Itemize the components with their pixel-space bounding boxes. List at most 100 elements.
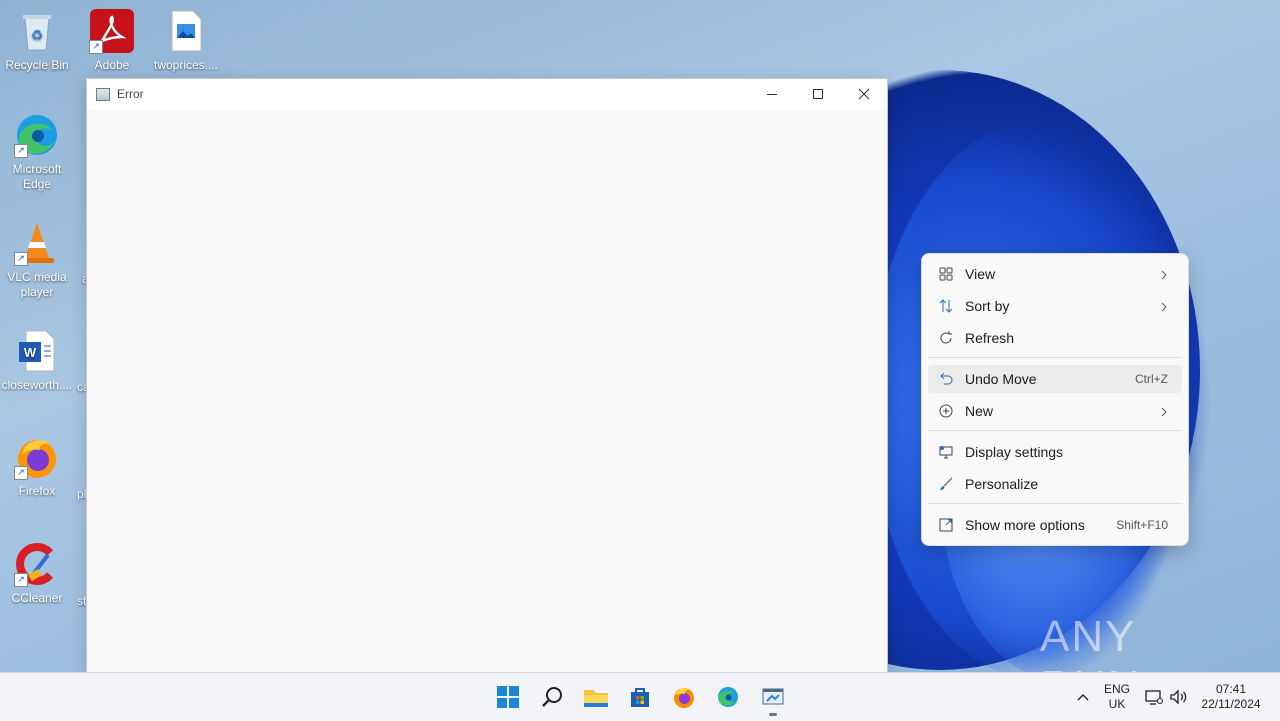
shortcut-arrow-icon: ↗	[89, 40, 103, 54]
close-icon	[858, 88, 870, 100]
svg-text:W: W	[24, 345, 37, 360]
menu-item-label: Sort by	[965, 298, 1010, 314]
chevron-up-icon	[1077, 694, 1089, 701]
plus-circle-icon	[937, 402, 955, 420]
language-region: UK	[1108, 697, 1126, 711]
store-icon	[631, 688, 649, 707]
app-window-icon	[762, 688, 784, 705]
taskbar: ENG UK 07:41 22/11/2024	[0, 672, 1280, 721]
desktop-icon-label: VLC media player	[7, 270, 67, 299]
grid-icon	[937, 265, 955, 283]
close-button[interactable]	[841, 79, 887, 109]
display-icon	[937, 443, 955, 461]
desktop-icon-label: closeworth....	[1, 378, 73, 392]
desktop-icon-firefox[interactable]: ↗ Firefox	[1, 434, 73, 499]
window-titlebar[interactable]: Error	[87, 79, 887, 109]
running-indicator	[769, 713, 777, 716]
clock-date: 22/11/2024	[1201, 697, 1261, 711]
firefox-icon	[674, 687, 694, 708]
desktop-icon-recycle-bin[interactable]: ♻ Recycle Bin	[1, 8, 73, 73]
show-hidden-icons-button[interactable]	[1072, 673, 1094, 721]
edge-icon: ↗	[14, 112, 60, 158]
menu-item-label: Undo Move	[965, 371, 1037, 387]
menu-item-refresh[interactable]: Refresh	[928, 324, 1182, 352]
window-title: Error	[117, 87, 144, 101]
desktop-icon-closeworth[interactable]: W closeworth....	[1, 328, 73, 393]
shortcut-arrow-icon: ↗	[14, 144, 28, 158]
menu-item-personalize[interactable]: Personalize	[928, 470, 1182, 498]
network-icon	[1145, 690, 1163, 705]
menu-item-label: Personalize	[965, 476, 1039, 492]
desktop-icon-label: Adobe Acrobat	[94, 58, 130, 72]
vlc-icon: ↗	[14, 220, 60, 266]
shortcut-arrow-icon: ↗	[14, 466, 28, 480]
minimize-icon	[767, 94, 777, 95]
menu-item-show-more-options[interactable]: Show more options Shift+F10	[928, 511, 1182, 539]
menu-item-sort-by[interactable]: Sort by	[928, 292, 1182, 320]
firefox-icon: ↗	[14, 434, 60, 480]
desktop-icon-vlc[interactable]: ↗ VLC media player	[1, 220, 73, 300]
volume-button[interactable]	[1168, 673, 1190, 721]
image-file-icon	[163, 8, 209, 54]
refresh-icon	[937, 329, 955, 347]
maximize-icon	[813, 89, 823, 99]
start-button[interactable]	[492, 681, 524, 713]
app-window-icon	[96, 87, 110, 101]
menu-item-label: Display settings	[965, 444, 1064, 460]
desktop-icon-adobe-acrobat[interactable]: ↗ Adobe Acrobat	[76, 8, 148, 73]
file-explorer-button[interactable]	[580, 681, 612, 713]
menu-separator	[928, 357, 1182, 358]
edge-icon	[718, 687, 738, 707]
desktop-context-menu: View Sort by Refresh Undo Move Ctrl+Z Ne…	[921, 253, 1189, 546]
menu-item-label: New	[965, 403, 994, 419]
adobe-acrobat-icon: ↗	[89, 8, 135, 54]
ccleaner-icon: ↗	[14, 541, 60, 587]
desktop-icon-ccleaner[interactable]: ↗ CCleaner	[1, 541, 73, 606]
clock[interactable]: 07:41 22/11/2024	[1196, 673, 1266, 721]
menu-item-label: View	[965, 266, 996, 282]
maximize-button[interactable]	[795, 79, 841, 109]
recycle-bin-icon: ♻	[14, 8, 60, 54]
menu-item-shortcut: Shift+F10	[1116, 518, 1168, 532]
menu-item-view[interactable]: View	[928, 260, 1182, 288]
window-content	[87, 109, 887, 672]
desktop-icon-label: Firefox	[18, 484, 56, 498]
more-options-icon	[937, 516, 955, 534]
menu-item-shortcut: Ctrl+Z	[1135, 372, 1168, 386]
desktop-icon-edge[interactable]: ↗ Microsoft Edge	[1, 112, 73, 192]
menu-item-new[interactable]: New	[928, 397, 1182, 425]
folder-icon	[584, 690, 608, 707]
error-window: Error	[86, 78, 888, 674]
desktop-icon-label: Microsoft Edge	[12, 162, 62, 191]
error-app-taskbar-button[interactable]	[757, 681, 789, 713]
desktop-icon-label: twoprices....	[153, 58, 219, 72]
menu-separator	[928, 430, 1182, 431]
menu-item-label: Refresh	[965, 330, 1015, 346]
menu-item-label: Show more options	[965, 517, 1085, 533]
search-icon	[542, 687, 562, 707]
edge-taskbar-button[interactable]	[712, 681, 744, 713]
shortcut-arrow-icon: ↗	[14, 252, 28, 266]
language-indicator[interactable]: ENG UK	[1100, 673, 1134, 721]
chevron-right-icon	[1160, 300, 1168, 316]
minimize-button[interactable]	[749, 79, 795, 109]
chevron-right-icon	[1160, 405, 1168, 421]
word-file-icon: W	[14, 328, 60, 374]
language-code: ENG	[1103, 682, 1130, 696]
network-button[interactable]	[1144, 673, 1164, 721]
undo-icon	[937, 370, 955, 388]
microsoft-store-button[interactable]	[624, 681, 656, 713]
shortcut-arrow-icon: ↗	[14, 573, 28, 587]
brush-icon	[937, 475, 955, 493]
sort-icon	[937, 297, 955, 315]
menu-item-undo-move[interactable]: Undo Move Ctrl+Z	[928, 365, 1182, 393]
menu-separator	[928, 503, 1182, 504]
svg-text:♻: ♻	[31, 27, 44, 43]
desktop-icon-twoprices[interactable]: twoprices....	[150, 8, 222, 73]
search-button[interactable]	[536, 681, 568, 713]
desktop-icon-label: CCleaner	[11, 591, 63, 605]
windows-logo-icon	[497, 686, 519, 708]
menu-item-display-settings[interactable]: Display settings	[928, 438, 1182, 466]
firefox-taskbar-button[interactable]	[668, 681, 700, 713]
desktop-icon-label: Recycle Bin	[5, 58, 69, 72]
